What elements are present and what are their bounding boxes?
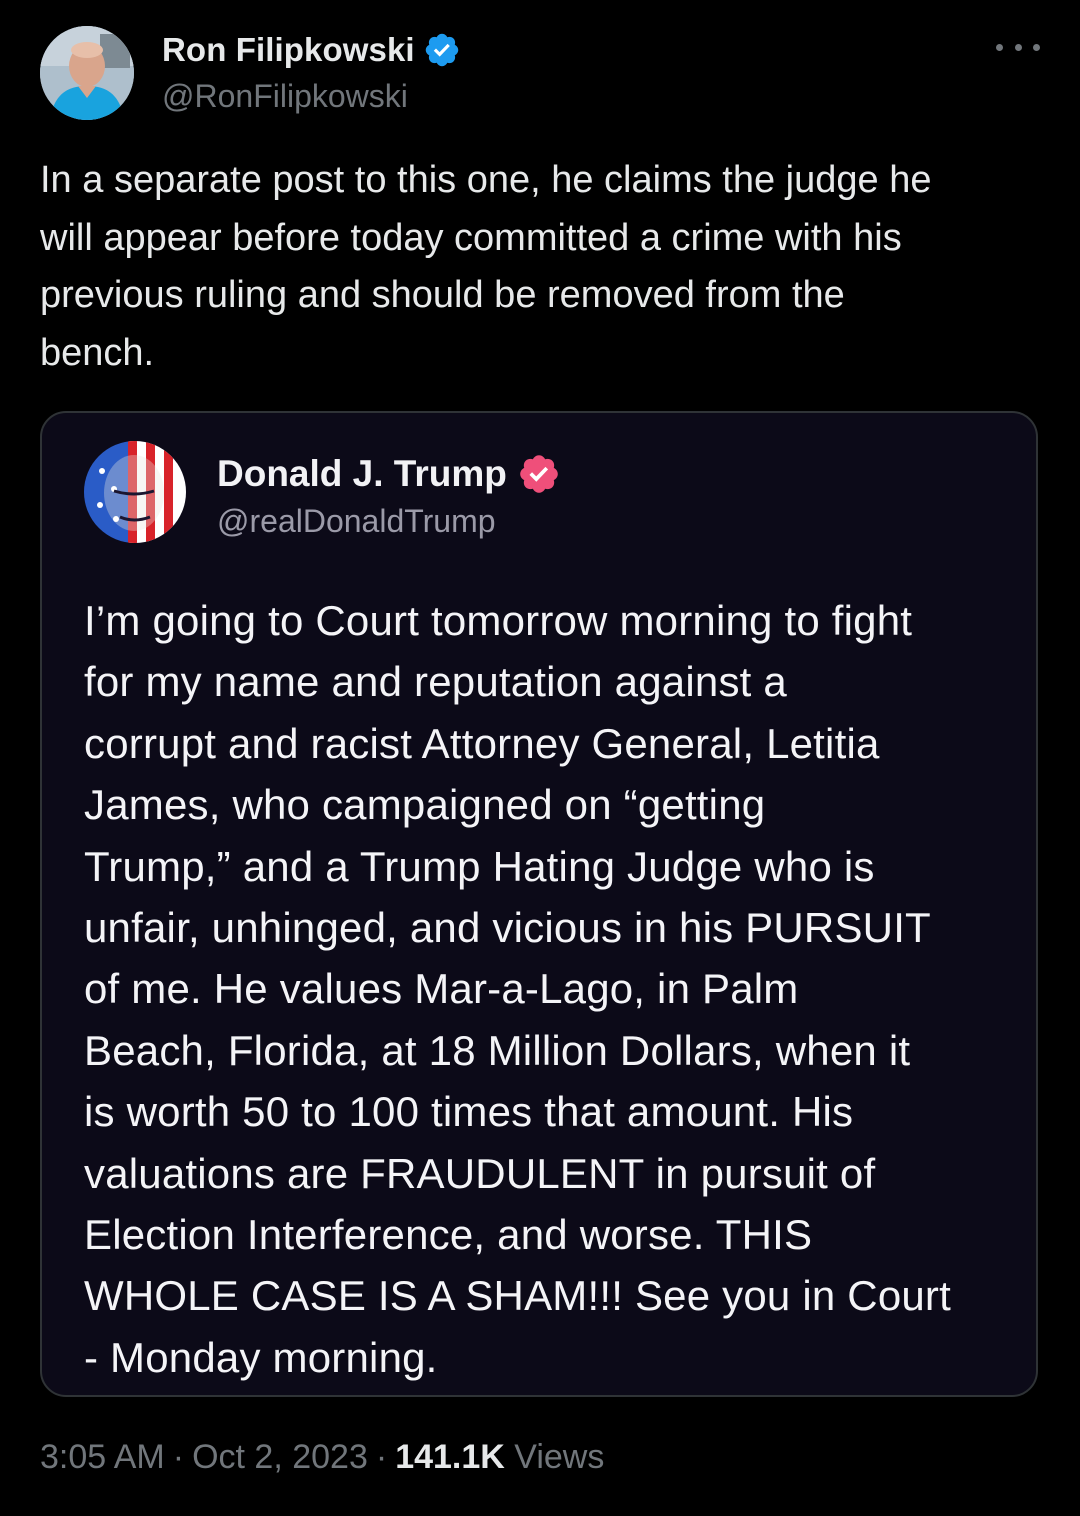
post-date[interactable]: Oct 2, 2023 xyxy=(192,1438,368,1476)
tweet-text: In a separate post to this one, he claim… xyxy=(40,159,932,374)
tweet-metadata: 3:05 AM · Oct 2, 2023 · 141.1K Views xyxy=(40,1438,604,1477)
display-name-row: Ron Filipkowski xyxy=(162,28,461,72)
verified-badge-icon[interactable] xyxy=(423,31,461,69)
tweet-header: Ron Filipkowski @RonFilipkowski xyxy=(40,26,1040,122)
quoted-verified-badge-icon xyxy=(517,452,561,496)
more-dot xyxy=(1014,43,1022,51)
quoted-display-name[interactable]: Donald J. Trump xyxy=(217,453,507,495)
meta-separator: · xyxy=(172,1438,185,1476)
quoted-post-card[interactable]: Donald J. Trump @realDonaldTrump I’m goi… xyxy=(40,411,1038,1397)
author-names: Ron Filipkowski @RonFilipkowski xyxy=(162,28,461,115)
author-handle[interactable]: @RonFilipkowski xyxy=(162,78,461,115)
author-avatar-image xyxy=(40,26,134,120)
post-time[interactable]: 3:05 AM xyxy=(40,1438,165,1476)
views-count[interactable]: 141.1K xyxy=(395,1438,505,1476)
quoted-name-row: Donald J. Trump xyxy=(217,449,561,499)
quoted-post-text: I’m going to Court tomorrow morning to f… xyxy=(84,597,951,1381)
quoted-avatar-image xyxy=(84,441,186,543)
more-dot xyxy=(996,43,1003,51)
quoted-author-avatar[interactable] xyxy=(84,441,186,543)
views-label: Views xyxy=(514,1438,605,1476)
tweet: Ron Filipkowski @RonFilipkowski In a sep… xyxy=(0,0,1080,1516)
more-dot xyxy=(1033,43,1040,51)
quoted-handle[interactable]: @realDonaldTrump xyxy=(217,503,561,540)
author-display-name[interactable]: Ron Filipkowski xyxy=(162,31,415,69)
quoted-author-names: Donald J. Trump @realDonaldTrump xyxy=(217,449,561,540)
meta-separator: · xyxy=(375,1438,388,1476)
more-options-icon[interactable] xyxy=(996,32,1040,62)
author-avatar[interactable] xyxy=(40,26,134,120)
